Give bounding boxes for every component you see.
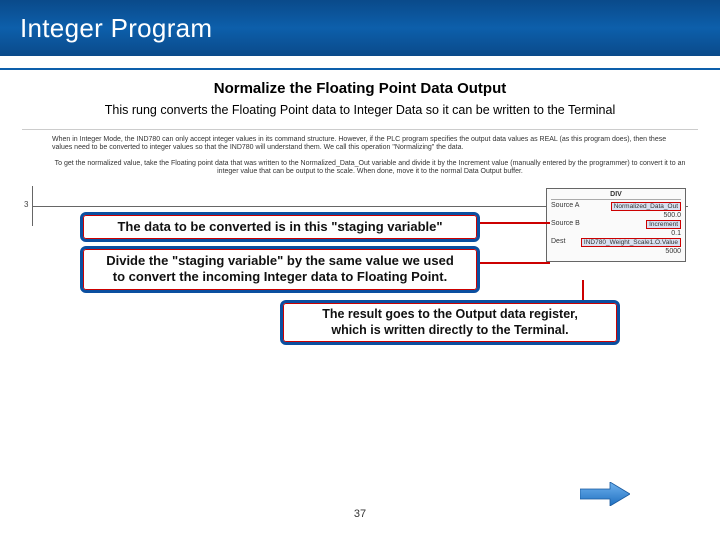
content-area: Normalize the Floating Point Data Output… — [0, 70, 720, 339]
callout-text-line2: which is written directly to the Termina… — [293, 323, 607, 339]
div-sourceA-label: Source A — [551, 202, 579, 211]
diagram-note-2: To get the normalized value, take the Fl… — [52, 160, 688, 177]
callout-connector-3 — [582, 280, 584, 300]
div-sourceB-label: Source B — [551, 220, 580, 229]
page-number: 37 — [0, 508, 720, 520]
callout-connector-2 — [480, 262, 550, 264]
callout-text: The data to be converted is in this "sta… — [117, 219, 442, 234]
rung-number: 3 — [24, 200, 28, 209]
callout-connector-1 — [480, 222, 550, 224]
div-block-header: DIV — [551, 191, 681, 200]
div-sourceA-value: Normalized_Data_Out — [611, 202, 681, 211]
header-underline — [0, 56, 720, 70]
page-title: Integer Program — [20, 13, 212, 44]
callout-text-line1: The result goes to the Output data regis… — [293, 307, 607, 323]
section-description: This rung converts the Floating Point da… — [22, 103, 698, 117]
div-dest-value: IND780_Weight_Scale1.O.Value — [581, 238, 681, 247]
callout-text-line2: to convert the incoming Integer data to … — [93, 269, 467, 285]
div-dest-label: Dest — [551, 238, 565, 247]
ladder-diagram: When in Integer Mode, the IND780 can onl… — [22, 129, 698, 339]
section-title: Normalize the Floating Point Data Output — [22, 80, 698, 97]
next-slide-button[interactable] — [580, 482, 630, 506]
callout-staging-variable: The data to be converted is in this "sta… — [80, 212, 480, 242]
callout-result: The result goes to the Output data regis… — [280, 300, 620, 345]
diagram-note-1: When in Integer Mode, the IND780 can onl… — [52, 136, 688, 153]
div-instruction-block: DIV Source A Normalized_Data_Out 500.0 S… — [546, 188, 686, 262]
header-band: Integer Program — [0, 0, 720, 56]
div-sourceB-value: Increment — [646, 220, 681, 229]
div-sourceA-literal: 500.0 — [663, 212, 681, 219]
arrow-right-icon — [580, 482, 630, 506]
callout-text-line1: Divide the "staging variable" by the sam… — [93, 253, 467, 269]
callout-divide: Divide the "staging variable" by the sam… — [80, 246, 480, 293]
div-dest-literal: 5000 — [665, 248, 681, 255]
div-sourceB-literal: 0.1 — [671, 230, 681, 237]
